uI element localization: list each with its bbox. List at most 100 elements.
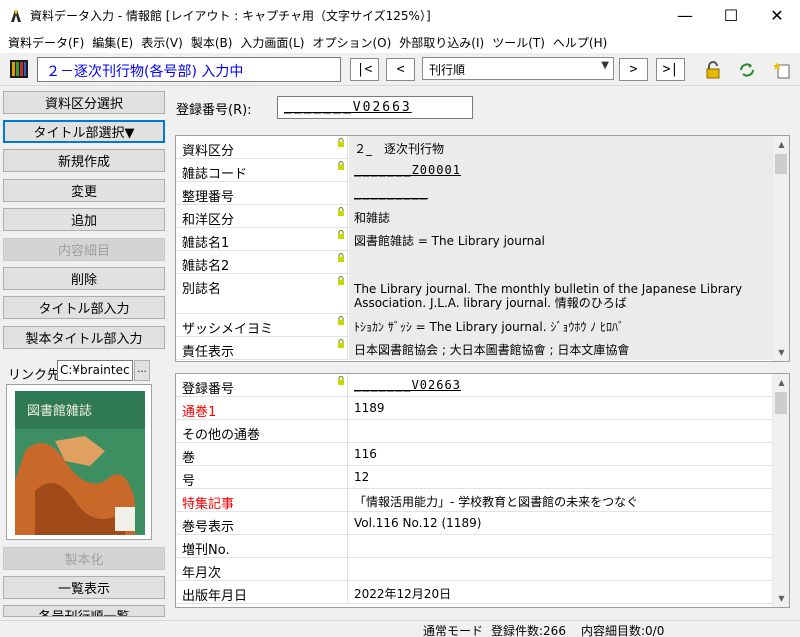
vertical-scrollbar[interactable]: ▲ ▼ <box>772 374 789 607</box>
issue-detail-grid: 登録番号 _______V02663 通巻1 1189 その他の通巻 巻 116… <box>175 373 790 608</box>
maximize-button[interactable]: ☐ <box>708 0 754 31</box>
field-value[interactable]: 和雑誌 <box>349 205 773 228</box>
field-value[interactable] <box>349 535 773 558</box>
field-value[interactable]: _________ <box>349 182 773 205</box>
lock-icon <box>338 316 344 325</box>
menu-import[interactable]: 外部取り込み(I) <box>395 34 488 51</box>
field-value[interactable]: Vol.116 No.12 (1189) <box>349 512 773 535</box>
menu-tools[interactable]: ツール(T) <box>488 34 549 51</box>
cover-image-frame: 図書館雑誌 <box>6 384 152 540</box>
shiryo-kubun-select-button[interactable]: 資料区分選択 <box>3 91 165 114</box>
change-button[interactable]: 変更 <box>3 179 165 202</box>
field-row-publish-date[interactable]: 出版年月日 2022年12月20日 <box>176 581 773 604</box>
field-row-volume-display[interactable]: 巻号表示 Vol.116 No.12 (1189) <box>176 512 773 535</box>
scroll-down-icon[interactable]: ▼ <box>773 344 789 361</box>
field-value[interactable]: _______Z00001 <box>349 159 773 182</box>
minimize-button[interactable]: — <box>662 0 708 31</box>
cover-image: 図書館雑誌 <box>15 391 145 535</box>
scroll-down-icon[interactable]: ▼ <box>773 590 789 607</box>
menu-help[interactable]: ヘルプ(H) <box>549 34 611 51</box>
field-value[interactable]: 2022年12月20日 <box>349 581 773 604</box>
last-record-button[interactable]: >| <box>656 58 685 81</box>
lock-icon <box>338 339 344 348</box>
field-row-supplement-no[interactable]: 増刊No. <box>176 535 773 558</box>
close-button[interactable]: ✕ <box>754 0 800 31</box>
field-label: 年月次 <box>176 558 348 581</box>
title-input-button[interactable]: タイトル部入力 <box>3 296 165 319</box>
field-label: ザッシメイヨミ <box>176 314 348 337</box>
binding-button[interactable]: 製本化 <box>3 547 165 570</box>
field-row-tsukan1[interactable]: 通巻1 1189 <box>176 397 773 420</box>
field-value[interactable]: _______V02663 <box>349 374 773 397</box>
menu-binding[interactable]: 製本(B) <box>187 34 237 51</box>
content-detail-button[interactable]: 内容細目 <box>3 238 165 261</box>
field-value[interactable]: 12 <box>349 466 773 489</box>
field-row-magazine-code[interactable]: 雑誌コード _______Z00001 <box>176 159 773 182</box>
field-label: 雑誌名2 <box>176 251 348 274</box>
field-value[interactable]: 116 <box>349 443 773 466</box>
field-value[interactable]: 「情報活用能力」- 学校教育と図書館の未来をつなぐ <box>349 489 773 512</box>
field-label: 和洋区分 <box>176 205 348 228</box>
delete-button[interactable]: 削除 <box>3 267 165 290</box>
first-record-button[interactable]: |< <box>350 58 379 81</box>
field-row-number[interactable]: 号 12 <box>176 466 773 489</box>
field-row-volume[interactable]: 巻 116 <box>176 443 773 466</box>
field-row-title-reading[interactable]: ザッシメイヨミ ﾄｼｮｶﾝ ｻﾞｯｼ = The Library journal… <box>176 314 773 337</box>
binding-title-input-button[interactable]: 製本タイトル部入力 <box>3 326 165 349</box>
field-value[interactable]: 1189 <box>349 397 773 420</box>
serial-title-grid: 資料区分 ２_ 逐次刊行物 雑誌コード _______Z00001 整理番号 _… <box>175 135 790 362</box>
field-row-magazine-name2[interactable]: 雑誌名2 <box>176 251 773 274</box>
lock-icon <box>338 276 344 285</box>
field-row-seiri-number[interactable]: 整理番号 _________ <box>176 182 773 205</box>
next-record-button[interactable]: > <box>619 58 648 81</box>
field-value[interactable] <box>349 251 773 274</box>
menu-data[interactable]: 資料データ(F) <box>4 34 88 51</box>
field-row-magazine-name1[interactable]: 雑誌名1 図書館雑誌 = The Library journal <box>176 228 773 251</box>
field-value[interactable]: 図書館雑誌 = The Library journal <box>349 228 773 251</box>
book-stack-icon[interactable] <box>8 58 30 80</box>
field-value[interactable] <box>349 558 773 581</box>
new-record-button[interactable]: 新規作成 <box>3 149 165 172</box>
field-row-responsibility[interactable]: 責任表示 日本図書館協会 ; 大日本圖書館協會 ; 日本文庫協會 <box>176 337 773 360</box>
field-row-registration-number[interactable]: 登録番号 _______V02663 <box>176 374 773 397</box>
field-row-language[interactable]: 和洋区分 和雑誌 <box>176 205 773 228</box>
field-row-alt-title[interactable]: 別誌名 The Library journal. The monthly bul… <box>176 274 773 314</box>
issue-order-list-button[interactable]: 各号刊行順一覧 <box>3 605 165 617</box>
menu-input-screen[interactable]: 入力画面(L) <box>236 34 308 51</box>
field-value[interactable]: ﾄｼｮｶﾝ ｻﾞｯｼ = The Library journal. ｼﾞｮｳﾎｳ… <box>349 314 773 337</box>
new-document-icon[interactable] <box>774 61 792 79</box>
browse-button[interactable]: ... <box>134 360 150 381</box>
menu-view[interactable]: 表示(V) <box>137 34 187 51</box>
field-value[interactable]: ２_ 逐次刊行物 <box>349 136 773 159</box>
link-path-field[interactable]: C:¥braintec <box>57 360 133 381</box>
title-select-button[interactable]: タイトル部選択▼ <box>3 120 165 143</box>
field-label: 責任表示 <box>176 337 348 360</box>
list-view-button[interactable]: 一覧表示 <box>3 576 165 599</box>
status-record-count: 登録件数:266 <box>491 624 566 637</box>
field-row-shiryo-kubun[interactable]: 資料区分 ２_ 逐次刊行物 <box>176 136 773 159</box>
field-label: その他の通巻 <box>176 420 348 443</box>
scroll-up-icon[interactable]: ▲ <box>773 136 789 153</box>
field-row-other-tsukan[interactable]: その他の通巻 <box>176 420 773 443</box>
refresh-icon[interactable] <box>738 61 756 79</box>
scroll-up-icon[interactable]: ▲ <box>773 374 789 391</box>
field-row-feature-article[interactable]: 特集記事 「情報活用能力」- 学校教育と図書館の未来をつなぐ <box>176 489 773 512</box>
field-value[interactable] <box>349 420 773 443</box>
field-value[interactable]: The Library journal. The monthly bulleti… <box>349 274 773 314</box>
app-window: 資料データ入力 - 情報館 [レイアウト : キャプチャ用（文字サイズ125%）… <box>0 0 800 637</box>
menu-edit[interactable]: 編集(E) <box>88 34 137 51</box>
field-value[interactable]: 日本図書館協会 ; 大日本圖書館協會 ; 日本文庫協會 <box>349 337 773 360</box>
registration-number-input[interactable]: _______V02663 <box>277 96 473 119</box>
vertical-scrollbar[interactable]: ▲ ▼ <box>772 136 789 361</box>
chevron-down-icon: ▼ <box>601 60 609 71</box>
field-label: 登録番号 <box>176 374 348 397</box>
menu-bar: 資料データ(F) 編集(E) 表示(V) 製本(B) 入力画面(L) オプション… <box>0 31 800 53</box>
scroll-thumb[interactable] <box>775 154 787 174</box>
scroll-thumb[interactable] <box>775 392 787 414</box>
field-row-year-month[interactable]: 年月次 <box>176 558 773 581</box>
lock-icon[interactable] <box>704 61 722 79</box>
menu-options[interactable]: オプション(O) <box>308 34 395 51</box>
prev-record-button[interactable]: < <box>386 58 415 81</box>
sort-order-select[interactable]: 刊行順 ▼ <box>422 57 614 80</box>
add-button[interactable]: 追加 <box>3 208 165 231</box>
